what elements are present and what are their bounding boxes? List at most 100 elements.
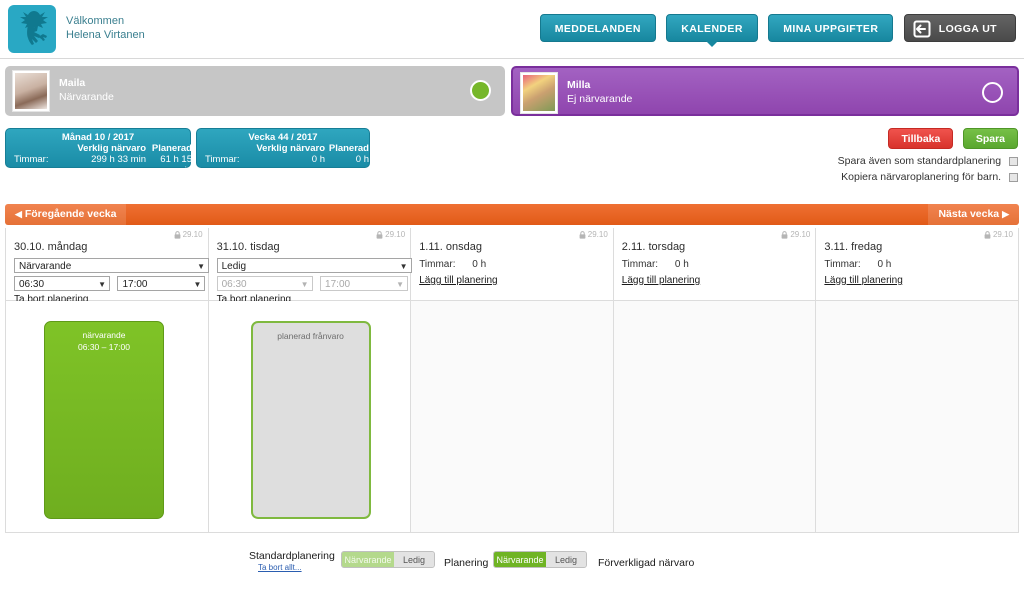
legend-standard-toggle[interactable]: Närvarande Ledig <box>341 551 435 568</box>
add-planning-link-thursday[interactable]: Lägg till planering <box>622 275 700 286</box>
lock-date-label: 29.10 <box>790 230 811 239</box>
previous-week-label: Föregående vecka <box>24 208 117 220</box>
chevron-down-icon: ▼ <box>399 262 408 271</box>
chevron-down-icon: ▼ <box>300 280 309 289</box>
event-label: planerad frånvaro <box>253 330 369 342</box>
stats-week-title: Vecka 44 / 2017 <box>248 132 318 143</box>
time-from-select-monday[interactable]: 06:30 ▼ <box>14 276 110 291</box>
chevron-left-icon: ◀ <box>15 209 22 219</box>
lock-date-label: 29.10 <box>587 230 608 239</box>
logout-button[interactable]: LOGGA UT <box>903 14 1016 42</box>
child-info: Milla Ej närvarande <box>567 78 632 106</box>
day-hours: Timmar: 0 h <box>824 259 891 270</box>
lock-date-label: 29.10 <box>385 230 406 239</box>
day-planning-controls: Ledig ▼ 06:30 ▼ 17:00 ▼ <box>216 258 412 294</box>
time-to-select-monday[interactable]: 17:00 ▼ <box>117 276 206 291</box>
event-title: planerad frånvaro <box>277 331 344 341</box>
time-to-value: 17:00 <box>325 279 351 290</box>
stats-week-actual-label: Verklig närvaro <box>256 143 325 154</box>
hours-label: Timmar: <box>824 259 861 270</box>
day-column-wednesday: 29.10 1.11. onsdag Timmar: 0 h Lägg till… <box>411 228 614 532</box>
child-status: Ej närvarande <box>567 93 633 105</box>
child-name: Milla <box>567 79 591 91</box>
child-bar-maila[interactable]: Maila Närvarande <box>5 66 505 116</box>
kind-select-value: Närvarande <box>19 261 72 272</box>
hours-value: 0 h <box>877 259 892 270</box>
child-info: Maila Närvarande <box>59 76 114 104</box>
troll-mascot-icon <box>8 5 56 53</box>
day-hours: Timmar: 0 h <box>419 259 486 270</box>
day-header: 29.10 31.10. tisdag Ledig ▼ 06:30 ▼ 17:0… <box>208 228 412 305</box>
checkbox-save-as-standard-row[interactable]: Spara även som standardplanering <box>838 155 1018 167</box>
toggle-present-label: Närvarande <box>342 552 394 567</box>
stats-month-title: Månad 10 / 2017 <box>61 132 135 143</box>
day-column-monday: 29.10 30.10. måndag Närvarande ▼ 06:30 ▼… <box>6 228 209 532</box>
chevron-down-icon: ▼ <box>193 280 202 289</box>
hours-value: 0 h <box>674 259 689 270</box>
previous-week-button[interactable]: ◀ Föregående vecka <box>5 204 127 225</box>
checkbox-copy-planning-row[interactable]: Kopiera närvaroplanering för barn. <box>841 171 1018 183</box>
app-header: Välkommen Helena Virtanen MEDDELANDEN KA… <box>0 0 1024 59</box>
stats-month-row-label: Timmar: <box>14 154 49 165</box>
toggle-free-label: Ledig <box>546 552 586 567</box>
week-grid: 29.10 30.10. måndag Närvarande ▼ 06:30 ▼… <box>5 228 1019 533</box>
event-time-range: 06:30 – 17:00 <box>78 342 130 352</box>
next-week-button[interactable]: Nästa vecka ▶ <box>928 204 1019 225</box>
status-indicator-absent <box>982 82 1003 103</box>
kind-select-tuesday[interactable]: Ledig ▼ <box>216 258 412 273</box>
clear-all-link[interactable]: Ta bort allt... <box>258 563 302 572</box>
lock-date: 29.10 <box>579 230 608 239</box>
stats-month-planned-value: 61 h 15 min <box>160 154 192 176</box>
chevron-down-icon: ▼ <box>396 280 405 289</box>
time-from-select-tuesday[interactable]: 06:30 ▼ <box>216 276 313 291</box>
calendar-page: Välkommen Helena Virtanen MEDDELANDEN KA… <box>0 0 1024 599</box>
checkbox-save-as-standard[interactable] <box>1009 156 1018 166</box>
day-body <box>816 301 1018 532</box>
lock-icon <box>174 231 180 239</box>
event-block-present[interactable]: närvarande 06:30 – 17:00 <box>44 321 164 519</box>
welcome-block: Välkommen Helena Virtanen <box>66 14 145 42</box>
lock-icon <box>579 231 586 239</box>
toggle-free-label: Ledig <box>394 552 434 567</box>
day-date-label: 31.10. tisdag <box>216 241 280 253</box>
hours-label: Timmar: <box>419 259 456 270</box>
day-date-label: 30.10. måndag <box>14 241 88 253</box>
day-header: 29.10 3.11. fredag Timmar: 0 h Lägg till… <box>816 228 1018 301</box>
lock-date: 29.10 <box>174 230 203 239</box>
add-planning-link-wednesday[interactable]: Lägg till planering <box>419 275 497 286</box>
form-actions: Tillbaka Spara <box>883 128 1018 149</box>
day-column-thursday: 29.10 2.11. torsdag Timmar: 0 h Lägg til… <box>613 228 817 532</box>
tab-kalender[interactable]: KALENDER <box>666 14 758 47</box>
checkbox-copy-planning[interactable] <box>1009 172 1018 182</box>
legend-standard-label: Standardplanering <box>249 550 335 562</box>
kind-select-monday[interactable]: Närvarande ▼ <box>14 258 209 273</box>
lock-date-label: 29.10 <box>182 230 203 239</box>
hours-label: Timmar: <box>621 259 659 270</box>
day-hours: Timmar: 0 h <box>622 259 689 270</box>
day-date-label: 3.11. fredag <box>824 241 883 253</box>
stats-week-actual-value: 0 h <box>311 154 325 165</box>
event-block-planned-absence[interactable]: planerad frånvaro <box>250 321 371 519</box>
tab-mina-uppgifter[interactable]: MINA UPPGIFTER <box>768 14 894 42</box>
back-button[interactable]: Tillbaka <box>888 128 954 149</box>
day-date-label: 1.11. onsdag <box>419 241 482 253</box>
hours-value: 0 h <box>472 259 487 270</box>
stats-week-planned-label: Planerad <box>328 143 369 154</box>
logout-arrow-icon <box>913 20 931 38</box>
child-name: Maila <box>59 77 86 89</box>
lock-date: 29.10 <box>376 230 405 239</box>
time-to-select-tuesday[interactable]: 17:00 ▼ <box>320 276 409 291</box>
stats-week: Vecka 44 / 2017 Verklig närvaro Planerad… <box>196 128 370 168</box>
event-label: närvarande 06:30 – 17:00 <box>45 329 163 353</box>
tab-meddelanden[interactable]: MEDDELANDEN <box>539 14 656 42</box>
day-column-friday: 29.10 3.11. fredag Timmar: 0 h Lägg till… <box>816 228 1018 532</box>
add-planning-link-friday[interactable]: Lägg till planering <box>824 275 902 286</box>
time-from-value: 06:30 <box>19 279 45 290</box>
day-body: planerad frånvaro <box>208 301 411 532</box>
child-bar-milla[interactable]: Milla Ej närvarande <box>511 66 1019 116</box>
chevron-down-icon: ▼ <box>197 262 205 271</box>
lock-date-label: 29.10 <box>992 230 1013 239</box>
save-button[interactable]: Spara <box>962 128 1018 149</box>
day-planning-controls: Närvarande ▼ 06:30 ▼ 17:00 ▼ <box>14 258 209 294</box>
legend-planning-toggle[interactable]: Närvarande Ledig <box>493 551 587 568</box>
